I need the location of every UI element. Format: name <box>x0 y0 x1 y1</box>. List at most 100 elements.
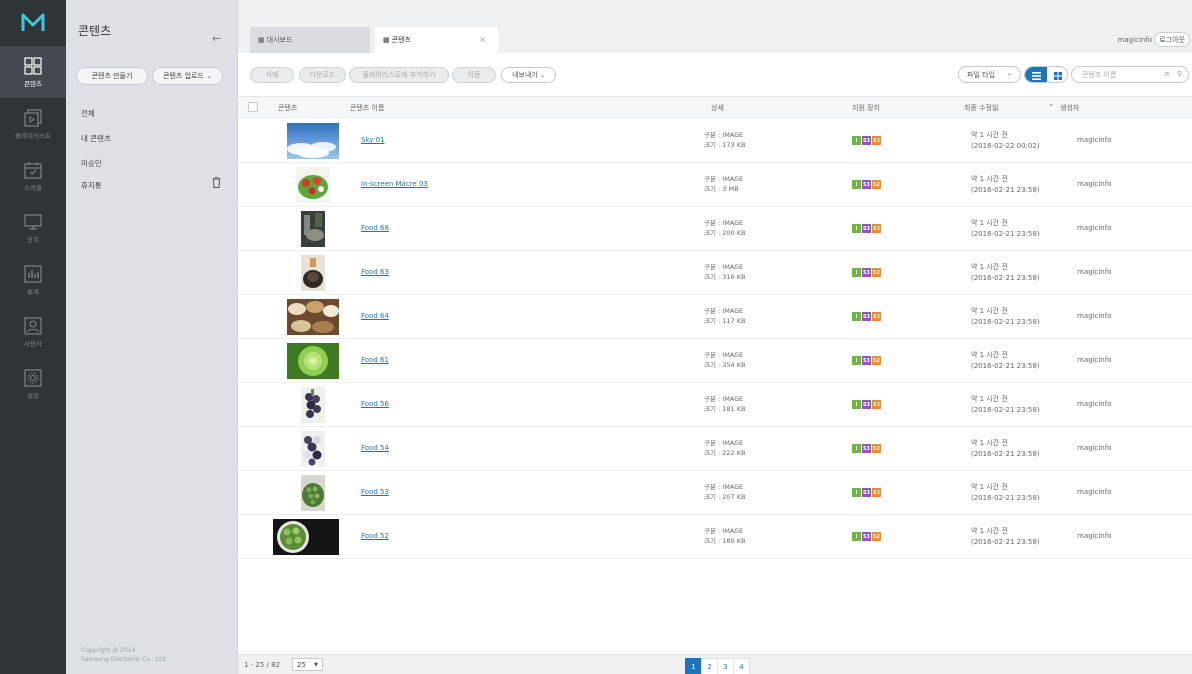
logout-button[interactable]: 로그아웃 <box>1154 32 1190 47</box>
grid-view-button[interactable] <box>1047 67 1067 82</box>
thumbnail-food-52[interactable] <box>273 519 339 555</box>
search-input[interactable] <box>1082 69 1152 81</box>
rail-item-content[interactable]: 콘텐츠 <box>0 46 66 98</box>
sidebar-item-all[interactable]: 전체 <box>81 108 95 119</box>
tab-dashboard[interactable]: ▦ 대시보드 <box>250 27 370 53</box>
badge-s2: S2 <box>872 136 881 145</box>
search-icon[interactable]: ⚲ <box>1177 70 1182 78</box>
thumbnail-sky-01[interactable] <box>287 123 339 159</box>
page-1-button[interactable]: 1 <box>685 658 702 674</box>
badge-i: I <box>852 312 861 321</box>
page-range: 1 - 25 / 82 <box>244 661 281 669</box>
detail-size: 크기 : 173 KB <box>704 141 746 149</box>
detail-size: 크기 : 117 KB <box>704 317 746 325</box>
filter-icon[interactable]: ≡ <box>1164 70 1170 78</box>
rail-item-device[interactable]: 장치 <box>0 202 66 254</box>
badge-s3: S3 <box>862 136 871 145</box>
page-4-button[interactable]: 4 <box>733 658 750 674</box>
create-content-button[interactable]: 콘텐츠 만들기 <box>76 67 148 85</box>
content-name-link[interactable]: In-screen Macre 03 <box>361 180 428 188</box>
column-content: 콘텐츠 <box>278 104 298 112</box>
column-creator[interactable]: 생성자 <box>1060 103 1079 113</box>
close-icon[interactable]: × <box>479 35 486 44</box>
content-name-link[interactable]: Sky 01 <box>361 136 385 144</box>
thumbnail-salad[interactable] <box>296 167 330 203</box>
detail-type: 구분 : IMAGE <box>704 131 744 139</box>
file-type-dropdown[interactable]: 파일 타입 ⌄ <box>958 66 1021 83</box>
sidebar-item-trash[interactable]: 휴지통 <box>81 180 102 191</box>
move-button[interactable]: 이동 <box>452 67 496 83</box>
sidebar-item-unapproved[interactable]: 미승인 <box>81 158 102 169</box>
sidebar-item-my-content[interactable]: 내 콘텐츠 <box>81 133 111 144</box>
badge-s2: S2 <box>872 268 881 277</box>
thumbnail-food-53[interactable] <box>301 475 325 511</box>
page-3-button[interactable]: 3 <box>717 658 734 674</box>
creator: magicinfo <box>1077 312 1112 320</box>
detail-type: 구분 : IMAGE <box>704 483 744 491</box>
table-row[interactable]: Sky 01 구분 : IMAGE 크기 : 173 KB I S3 S2 약 1 시… <box>238 119 1192 163</box>
rail-item-playlist[interactable]: 플레이리스트 <box>0 98 66 150</box>
rail-item-statistics[interactable]: 통계 <box>0 254 66 306</box>
modified-ago: 약 1 시간 전 <box>971 351 1008 359</box>
magicinfo-logo[interactable] <box>0 0 66 46</box>
thumbnail-food-61[interactable] <box>287 343 339 379</box>
thumbnail-food-68[interactable] <box>301 211 325 247</box>
content-detail: 구분 : IMAGE 크기 : 207 KB <box>704 482 745 502</box>
rail-item-schedule[interactable]: 스케줄 <box>0 150 66 202</box>
thumbnail-food-54[interactable] <box>301 431 325 467</box>
sort-asc-icon[interactable]: ⌃ <box>1048 103 1054 111</box>
modified-ago: 약 1 시간 전 <box>971 527 1008 535</box>
table-row[interactable]: Food 64 구분 : IMAGE 크기 : 117 KB I S3 S2 약 1 … <box>238 295 1192 339</box>
delete-button[interactable]: 삭제 <box>250 67 294 83</box>
page-2-button[interactable]: 2 <box>701 658 718 674</box>
thumbnail-food-56[interactable] <box>301 387 325 423</box>
list-view-button[interactable] <box>1025 67 1047 82</box>
table-row[interactable]: Food 56 구분 : IMAGE 크기 : 181 KB I S3 S2 약 1 … <box>238 383 1192 427</box>
modified-ago: 약 1 시간 전 <box>971 483 1008 491</box>
content-name-link[interactable]: Food 64 <box>361 312 389 320</box>
table-row[interactable]: Food 54 구분 : IMAGE 크기 : 222 KB I S3 S2 약 1 … <box>238 427 1192 471</box>
table-row[interactable]: Food 63 구분 : IMAGE 크기 : 316 KB I S3 S2 약 1 … <box>238 251 1192 295</box>
thumbnail-food-63[interactable] <box>301 255 325 291</box>
tab-content[interactable]: ▦ 콘텐츠 × <box>375 27 498 53</box>
creator: magicinfo <box>1077 356 1112 364</box>
select-all-checkbox[interactable] <box>248 102 258 112</box>
creator: magicinfo <box>1077 268 1112 276</box>
modified-date: 약 1 시간 전 (2016-02-21 23:58) <box>971 262 1040 284</box>
playlist-icon <box>24 108 42 127</box>
creator: magicinfo <box>1077 400 1112 408</box>
device-badges: I S3 S2 <box>852 356 881 365</box>
detail-type: 구분 : IMAGE <box>704 263 744 271</box>
trash-icon[interactable] <box>212 177 221 188</box>
collapse-arrow-icon[interactable]: ← <box>212 32 221 45</box>
modified-date: 약 1 시간 전 (2016-02-21 23:58) <box>971 482 1040 504</box>
export-button[interactable]: 내보내기 ⌄ <box>501 67 556 83</box>
rail-item-user[interactable]: 사용자 <box>0 306 66 358</box>
rail-item-settings[interactable]: 설정 <box>0 358 66 410</box>
content-name-link[interactable]: Food 52 <box>361 532 389 540</box>
content-name-link[interactable]: Food 68 <box>361 224 389 232</box>
content-name-link[interactable]: Food 63 <box>361 268 389 276</box>
table-row[interactable]: Food 53 구분 : IMAGE 크기 : 207 KB I S3 S2 약 1 … <box>238 471 1192 515</box>
modified-ago: 약 1 시간 전 <box>971 307 1008 315</box>
table-row[interactable]: Food 68 구분 : IMAGE 크기 : 200 KB I S3 S2 약 1 … <box>238 207 1192 251</box>
badge-i: I <box>852 136 861 145</box>
table-row[interactable]: In-screen Macre 03 구분 : IMAGE 크기 : 3 MB I… <box>238 163 1192 207</box>
upload-content-button[interactable]: 콘텐츠 업로드 ⌄ <box>152 67 223 85</box>
user-icon <box>24 316 42 335</box>
content-name-link[interactable]: Food 61 <box>361 356 389 364</box>
detail-type: 구분 : IMAGE <box>704 527 744 535</box>
table-row[interactable]: Food 61 구분 : IMAGE 크기 : 354 KB I S3 S2 약 1 … <box>238 339 1192 383</box>
column-name[interactable]: 콘텐츠 이름 <box>350 103 384 113</box>
rail-label: 플레이리스트 <box>15 131 51 140</box>
add-to-playlist-button[interactable]: 플레이리스트에 추가하기 <box>349 67 449 83</box>
table-row[interactable]: Food 52 구분 : IMAGE 크기 : 180 KB I S3 S2 약 1 … <box>238 515 1192 559</box>
page-size-select[interactable]: 25 ▼ <box>292 658 323 671</box>
badge-i: I <box>852 532 861 541</box>
content-name-link[interactable]: Food 53 <box>361 488 389 496</box>
download-button[interactable]: 다운로드 <box>299 67 346 83</box>
column-modified[interactable]: 최종 수정일 <box>964 103 998 113</box>
content-name-link[interactable]: Food 56 <box>361 400 389 408</box>
content-name-link[interactable]: Food 54 <box>361 444 389 452</box>
thumbnail-food-64[interactable] <box>287 299 339 335</box>
